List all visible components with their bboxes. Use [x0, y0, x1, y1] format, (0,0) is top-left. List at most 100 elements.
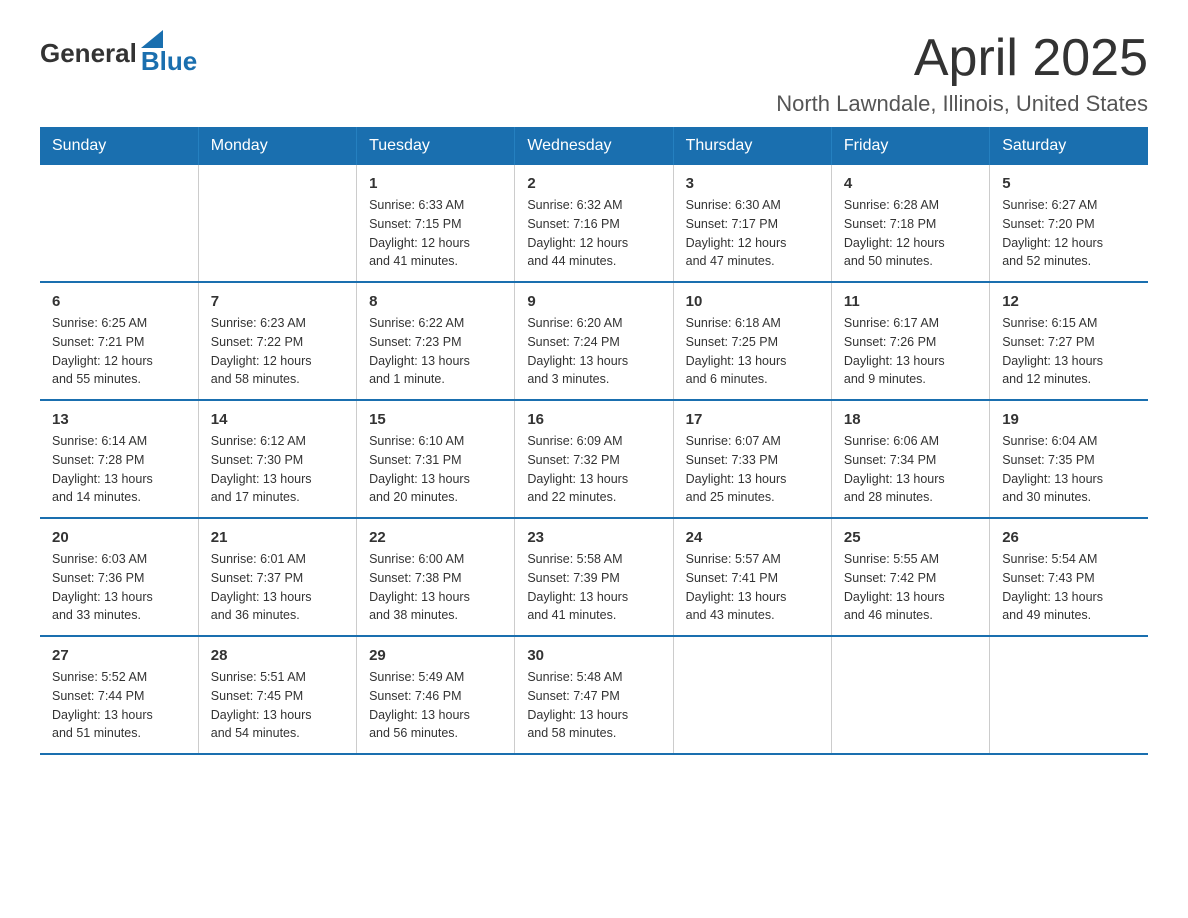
- page-header: General Blue April 2025 North Lawndale, …: [40, 30, 1148, 117]
- day-info: Sunrise: 6:27 AM Sunset: 7:20 PM Dayligh…: [1002, 196, 1136, 271]
- day-number: 10: [686, 293, 819, 310]
- day-number: 11: [844, 293, 977, 310]
- calendar-cell: 12 Sunrise: 6:15 AM Sunset: 7:27 PM Dayli…: [990, 282, 1148, 400]
- calendar-cell: 5 Sunrise: 6:27 AM Sunset: 7:20 PM Daylig…: [990, 165, 1148, 282]
- day-info: Sunrise: 6:15 AM Sunset: 7:27 PM Dayligh…: [1002, 314, 1136, 389]
- calendar-cell: 6 Sunrise: 6:25 AM Sunset: 7:21 PM Daylig…: [40, 282, 198, 400]
- calendar-cell: 15Sunrise: 6:10 AM Sunset: 7:31 PM Dayli…: [357, 400, 515, 518]
- logo-general: General: [40, 38, 137, 69]
- day-number: 7: [211, 293, 344, 310]
- day-info: Sunrise: 5:55 AM Sunset: 7:42 PM Dayligh…: [844, 550, 977, 625]
- header-wednesday: Wednesday: [515, 127, 673, 165]
- day-number: 4: [844, 175, 977, 192]
- day-number: 29: [369, 647, 502, 664]
- day-number: 20: [52, 529, 186, 546]
- calendar-cell: [40, 165, 198, 282]
- day-info: Sunrise: 6:07 AM Sunset: 7:33 PM Dayligh…: [686, 432, 819, 507]
- header-monday: Monday: [198, 127, 356, 165]
- day-info: Sunrise: 6:23 AM Sunset: 7:22 PM Dayligh…: [211, 314, 344, 389]
- weekday-header-row: Sunday Monday Tuesday Wednesday Thursday…: [40, 127, 1148, 165]
- calendar-cell: 17 Sunrise: 6:07 AM Sunset: 7:33 PM Dayli…: [673, 400, 831, 518]
- day-info: Sunrise: 5:58 AM Sunset: 7:39 PM Dayligh…: [527, 550, 660, 625]
- day-number: 24: [686, 529, 819, 546]
- day-number: 1: [369, 175, 502, 192]
- day-info: Sunrise: 6:30 AM Sunset: 7:17 PM Dayligh…: [686, 196, 819, 271]
- day-number: 19: [1002, 411, 1136, 428]
- day-info: Sunrise: 5:49 AM Sunset: 7:46 PM Dayligh…: [369, 668, 502, 743]
- day-info: Sunrise: 6:14 AM Sunset: 7:28 PM Dayligh…: [52, 432, 186, 507]
- calendar-cell: 23 Sunrise: 5:58 AM Sunset: 7:39 PM Dayli…: [515, 518, 673, 636]
- day-number: 27: [52, 647, 186, 664]
- day-info: Sunrise: 6:09 AM Sunset: 7:32 PM Dayligh…: [527, 432, 660, 507]
- calendar-week-row: 13Sunrise: 6:14 AM Sunset: 7:28 PM Dayli…: [40, 400, 1148, 518]
- calendar-cell: 21 Sunrise: 6:01 AM Sunset: 7:37 PM Dayli…: [198, 518, 356, 636]
- calendar-cell: 11 Sunrise: 6:17 AM Sunset: 7:26 PM Dayli…: [831, 282, 989, 400]
- header-sunday: Sunday: [40, 127, 198, 165]
- day-info: Sunrise: 6:28 AM Sunset: 7:18 PM Dayligh…: [844, 196, 977, 271]
- day-info: Sunrise: 5:57 AM Sunset: 7:41 PM Dayligh…: [686, 550, 819, 625]
- calendar-cell: [990, 636, 1148, 754]
- calendar-cell: [198, 165, 356, 282]
- day-info: Sunrise: 5:51 AM Sunset: 7:45 PM Dayligh…: [211, 668, 344, 743]
- calendar-cell: [831, 636, 989, 754]
- calendar-cell: 8Sunrise: 6:22 AM Sunset: 7:23 PM Daylig…: [357, 282, 515, 400]
- day-info: Sunrise: 6:00 AM Sunset: 7:38 PM Dayligh…: [369, 550, 502, 625]
- calendar-cell: 29 Sunrise: 5:49 AM Sunset: 7:46 PM Dayli…: [357, 636, 515, 754]
- calendar-week-row: 20 Sunrise: 6:03 AM Sunset: 7:36 PM Dayli…: [40, 518, 1148, 636]
- day-number: 9: [527, 293, 660, 310]
- calendar-table: Sunday Monday Tuesday Wednesday Thursday…: [40, 127, 1148, 755]
- day-info: Sunrise: 6:01 AM Sunset: 7:37 PM Dayligh…: [211, 550, 344, 625]
- day-number: 14: [211, 411, 344, 428]
- day-info: Sunrise: 5:54 AM Sunset: 7:43 PM Dayligh…: [1002, 550, 1136, 625]
- calendar-cell: 1 Sunrise: 6:33 AM Sunset: 7:15 PM Daylig…: [357, 165, 515, 282]
- day-number: 5: [1002, 175, 1136, 192]
- day-info: Sunrise: 6:33 AM Sunset: 7:15 PM Dayligh…: [369, 196, 502, 271]
- day-number: 12: [1002, 293, 1136, 310]
- calendar-cell: 4 Sunrise: 6:28 AM Sunset: 7:18 PM Daylig…: [831, 165, 989, 282]
- logo-blue: Blue: [141, 46, 197, 77]
- day-number: 25: [844, 529, 977, 546]
- calendar-cell: 13Sunrise: 6:14 AM Sunset: 7:28 PM Dayli…: [40, 400, 198, 518]
- day-info: Sunrise: 5:52 AM Sunset: 7:44 PM Dayligh…: [52, 668, 186, 743]
- day-info: Sunrise: 6:03 AM Sunset: 7:36 PM Dayligh…: [52, 550, 186, 625]
- day-info: Sunrise: 6:32 AM Sunset: 7:16 PM Dayligh…: [527, 196, 660, 271]
- calendar-week-row: 27 Sunrise: 5:52 AM Sunset: 7:44 PM Dayli…: [40, 636, 1148, 754]
- day-number: 23: [527, 529, 660, 546]
- day-number: 26: [1002, 529, 1136, 546]
- day-number: 6: [52, 293, 186, 310]
- day-number: 2: [527, 175, 660, 192]
- day-info: Sunrise: 6:18 AM Sunset: 7:25 PM Dayligh…: [686, 314, 819, 389]
- calendar-cell: 2 Sunrise: 6:32 AM Sunset: 7:16 PM Daylig…: [515, 165, 673, 282]
- calendar-cell: 24 Sunrise: 5:57 AM Sunset: 7:41 PM Dayli…: [673, 518, 831, 636]
- day-number: 18: [844, 411, 977, 428]
- calendar-cell: 27 Sunrise: 5:52 AM Sunset: 7:44 PM Dayli…: [40, 636, 198, 754]
- month-title: April 2025: [776, 30, 1148, 87]
- calendar-cell: 28Sunrise: 5:51 AM Sunset: 7:45 PM Dayli…: [198, 636, 356, 754]
- calendar-cell: 14 Sunrise: 6:12 AM Sunset: 7:30 PM Dayli…: [198, 400, 356, 518]
- calendar-week-row: 1 Sunrise: 6:33 AM Sunset: 7:15 PM Daylig…: [40, 165, 1148, 282]
- calendar-cell: [673, 636, 831, 754]
- day-info: Sunrise: 6:12 AM Sunset: 7:30 PM Dayligh…: [211, 432, 344, 507]
- logo: General Blue: [40, 30, 197, 77]
- day-info: Sunrise: 6:10 AM Sunset: 7:31 PM Dayligh…: [369, 432, 502, 507]
- day-number: 17: [686, 411, 819, 428]
- calendar-cell: 22 Sunrise: 6:00 AM Sunset: 7:38 PM Dayli…: [357, 518, 515, 636]
- day-info: Sunrise: 6:25 AM Sunset: 7:21 PM Dayligh…: [52, 314, 186, 389]
- day-number: 30: [527, 647, 660, 664]
- day-number: 22: [369, 529, 502, 546]
- calendar-cell: 7 Sunrise: 6:23 AM Sunset: 7:22 PM Daylig…: [198, 282, 356, 400]
- calendar-cell: 18Sunrise: 6:06 AM Sunset: 7:34 PM Dayli…: [831, 400, 989, 518]
- calendar-cell: 26 Sunrise: 5:54 AM Sunset: 7:43 PM Dayli…: [990, 518, 1148, 636]
- calendar-cell: 30Sunrise: 5:48 AM Sunset: 7:47 PM Dayli…: [515, 636, 673, 754]
- day-number: 21: [211, 529, 344, 546]
- calendar-week-row: 6 Sunrise: 6:25 AM Sunset: 7:21 PM Daylig…: [40, 282, 1148, 400]
- day-info: Sunrise: 6:17 AM Sunset: 7:26 PM Dayligh…: [844, 314, 977, 389]
- calendar-cell: 25 Sunrise: 5:55 AM Sunset: 7:42 PM Dayli…: [831, 518, 989, 636]
- header-tuesday: Tuesday: [357, 127, 515, 165]
- location-title: North Lawndale, Illinois, United States: [776, 91, 1148, 117]
- calendar-cell: 9 Sunrise: 6:20 AM Sunset: 7:24 PM Daylig…: [515, 282, 673, 400]
- day-info: Sunrise: 6:20 AM Sunset: 7:24 PM Dayligh…: [527, 314, 660, 389]
- calendar-cell: 10 Sunrise: 6:18 AM Sunset: 7:25 PM Dayli…: [673, 282, 831, 400]
- title-block: April 2025 North Lawndale, Illinois, Uni…: [776, 30, 1148, 117]
- calendar-cell: 16Sunrise: 6:09 AM Sunset: 7:32 PM Dayli…: [515, 400, 673, 518]
